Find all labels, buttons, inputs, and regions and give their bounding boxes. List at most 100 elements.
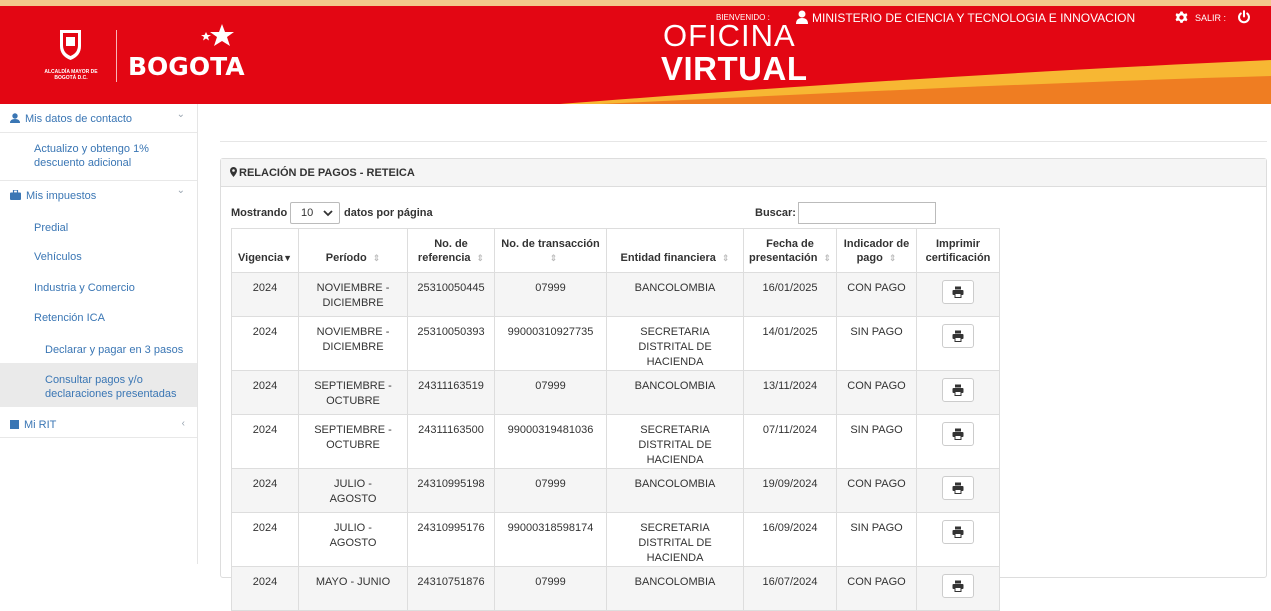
sidebar-item-discount[interactable]: Actualizo y obtengo 1% descuento adicion…: [0, 142, 197, 174]
sidebar-item-label: Mis impuestos: [26, 190, 97, 202]
sort-icon: ⇕: [372, 253, 381, 263]
sidebar-item-industria[interactable]: Industria y Comercio: [0, 281, 197, 297]
print-cell: [916, 316, 1000, 371]
user-name[interactable]: MINISTERIO DE CIENCIA Y TECNOLOGIA E INN…: [812, 11, 1135, 25]
fecha-cell: 14/01/2025: [743, 316, 837, 371]
column-header-fecha[interactable]: Fecha de presentación ⇕: [743, 228, 837, 273]
periodo-cell: JULIO - AGOSTO: [298, 468, 408, 513]
power-icon[interactable]: [1237, 10, 1251, 24]
transaccion-cell: 07999: [494, 566, 607, 611]
divider: [0, 437, 197, 438]
print-button[interactable]: [942, 422, 974, 446]
chevron-down-icon: [323, 210, 333, 217]
indicador-cell: SIN PAGO: [836, 512, 917, 567]
sidebar-item-retencion-ica[interactable]: Retención ICA: [0, 311, 197, 327]
printer-icon: [952, 428, 964, 440]
sidebar-item-label: Mis datos de contacto: [25, 113, 133, 125]
sidebar-item-label: Actualizo y obtengo 1% descuento adicion…: [34, 143, 149, 169]
print-button[interactable]: [942, 520, 974, 544]
chevron-left-icon[interactable]: ‹: [182, 417, 185, 431]
sidebar-item-label: Industria y Comercio: [34, 282, 135, 294]
column-header-referencia[interactable]: No. de referencia ⇕: [407, 228, 495, 273]
panel-heading: RELACIÓN DE PAGOS - RETEICA: [221, 159, 1266, 187]
logout-label[interactable]: SALIR :: [1195, 13, 1226, 23]
fecha-cell: 16/01/2025: [743, 272, 837, 317]
sidebar-item-declarar[interactable]: Declarar y pagar en 3 pasos: [0, 343, 197, 359]
sidebar: Mis datos de contacto ⌄ Actualizo y obte…: [0, 104, 198, 564]
periodo-cell: SEPTIEMBRE - OCTUBRE: [298, 370, 408, 415]
chevron-down-icon[interactable]: ⌄: [177, 108, 185, 122]
print-cell: [916, 370, 1000, 415]
sidebar-item-predial[interactable]: Predial: [0, 221, 197, 237]
column-header-transaccion[interactable]: No. de transacción ⇕: [494, 228, 607, 273]
table-row: 2024 MAYO - JUNIO 24310751876 07999 BANCOLOM…: [231, 566, 1000, 611]
periodo-cell: NOVIEMBRE - DICIEMBRE: [298, 272, 408, 317]
sidebar-item-label: Vehículos: [34, 251, 82, 263]
referencia-cell: 25310050445: [407, 272, 495, 317]
gear-icon[interactable]: [1175, 11, 1188, 24]
entidad-cell: BANCOLOMBIA: [606, 566, 744, 611]
page-length-value: 10: [301, 207, 314, 219]
indicador-cell: CON PAGO: [836, 272, 917, 317]
print-cell: [916, 414, 1000, 469]
divider: [0, 132, 197, 133]
print-cell: [916, 512, 1000, 567]
sidebar-item-label: Retención ICA: [34, 312, 105, 324]
printer-icon: [952, 286, 964, 298]
page-length-select[interactable]: 10: [290, 202, 340, 224]
vigencia-cell: 2024: [231, 512, 299, 567]
sidebar-item-vehiculos[interactable]: Vehículos: [0, 250, 197, 266]
print-button[interactable]: [942, 324, 974, 348]
vigencia-cell: 2024: [231, 316, 299, 371]
sidebar-item-label: Declarar y pagar en 3 pasos: [45, 344, 184, 356]
length-prefix-label: Mostrando: [231, 207, 288, 219]
print-cell: [916, 468, 1000, 513]
entidad-cell: BANCOLOMBIA: [606, 370, 744, 415]
print-cell: [916, 272, 1000, 317]
print-button[interactable]: [942, 476, 974, 500]
sort-icon: ⇕: [476, 253, 485, 263]
search-input[interactable]: [798, 202, 936, 224]
transaccion-cell: 99000310927735: [494, 316, 607, 371]
indicador-cell: SIN PAGO: [836, 316, 917, 371]
table-row: 2024 JULIO - AGOSTO 24310995198 07999 BANCOL…: [231, 468, 1000, 513]
column-header-indicador[interactable]: Indicador de pago ⇕: [836, 228, 917, 273]
entidad-cell: BANCOLOMBIA: [606, 468, 744, 513]
printer-icon: [952, 384, 964, 396]
content-divider: [220, 141, 1267, 142]
sidebar-item-contact[interactable]: Mis datos de contacto ⌄: [0, 104, 197, 132]
sort-icon: ⇕: [549, 253, 558, 263]
logo-divider: [116, 30, 117, 82]
referencia-cell: 24310751876: [407, 566, 495, 611]
print-button[interactable]: [942, 280, 974, 304]
table-row: 2024 JULIO - AGOSTO 24310995176 99000318598…: [231, 512, 1000, 567]
periodo-cell: JULIO - AGOSTO: [298, 512, 408, 567]
printer-icon: [952, 526, 964, 538]
sidebar-item-consultar[interactable]: Consultar pagos y/o declaraciones presen…: [0, 363, 197, 407]
print-button[interactable]: [942, 574, 974, 598]
search-label: Buscar:: [755, 207, 796, 219]
column-header-periodo[interactable]: Período ⇕: [298, 228, 408, 273]
sidebar-item-taxes[interactable]: Mis impuestos ⌄: [0, 180, 197, 208]
column-header-entidad[interactable]: Entidad financiera ⇕: [606, 228, 744, 273]
transaccion-cell: 07999: [494, 370, 607, 415]
entidad-cell: SECRETARIA DISTRITAL DE HACIENDA: [606, 512, 744, 567]
book-icon: [10, 420, 19, 429]
chevron-down-icon[interactable]: ⌄: [177, 184, 185, 198]
sort-icon: ⇕: [823, 253, 831, 263]
print-button[interactable]: [942, 378, 974, 402]
map-marker-icon: [230, 167, 237, 177]
transaccion-cell: 99000318598174: [494, 512, 607, 567]
periodo-cell: MAYO - JUNIO: [298, 566, 408, 611]
sort-icon: ⇕: [888, 253, 897, 263]
column-header-vigencia[interactable]: Vigencia▼: [231, 228, 299, 273]
fecha-cell: 19/09/2024: [743, 468, 837, 513]
table-row: 2024 NOVIEMBRE - DICIEMBRE 25310050393 9900…: [231, 316, 1000, 371]
referencia-cell: 24311163519: [407, 370, 495, 415]
table-row: 2024 SEPTIEMBRE - OCTUBRE 24311163500 99000…: [231, 414, 1000, 469]
logo-caption: ALCALDÍA MAYOR DE BOGOTÁ D.C.: [44, 69, 98, 81]
printer-icon: [952, 482, 964, 494]
sidebar-item-mi-rit[interactable]: Mi RIT ‹: [0, 409, 197, 437]
referencia-cell: 24310995198: [407, 468, 495, 513]
transaccion-cell: 07999: [494, 468, 607, 513]
